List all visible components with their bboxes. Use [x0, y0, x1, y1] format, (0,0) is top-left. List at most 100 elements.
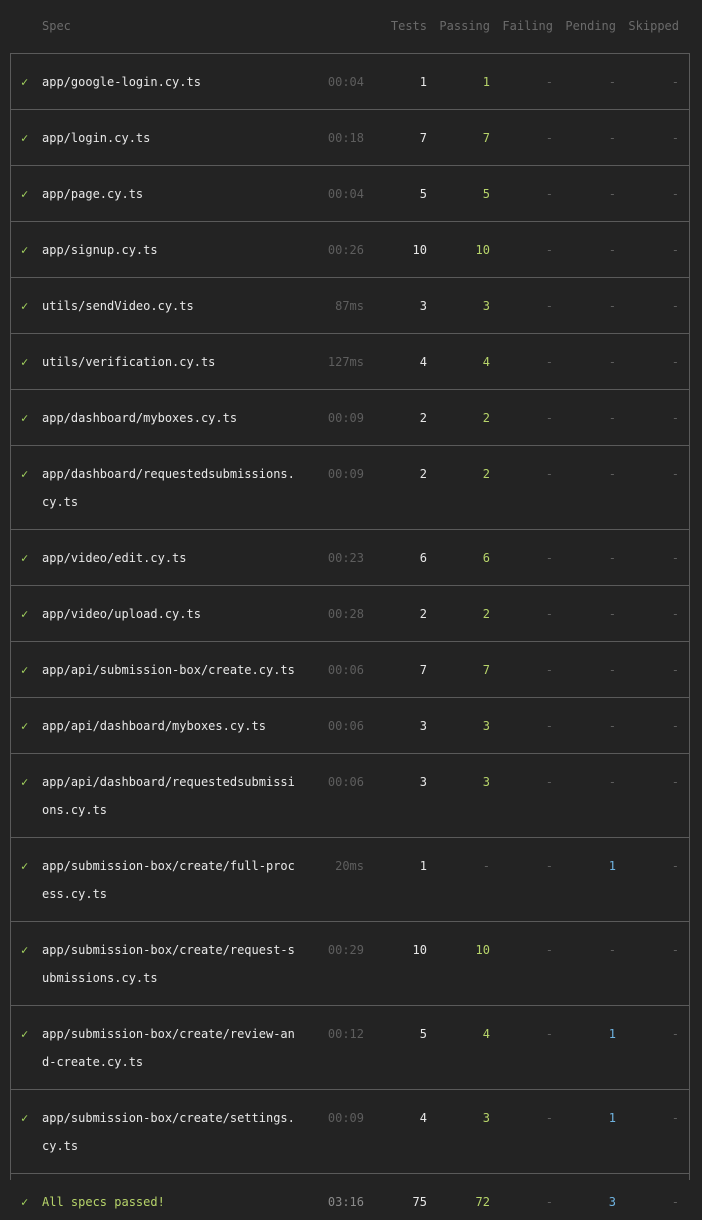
tests-count: 4 [419, 1111, 427, 1125]
spec-duration: 00:12 [327, 1027, 364, 1041]
passing-count: 7 [482, 131, 490, 145]
pending-count: - [608, 607, 616, 621]
row-frame-left [10, 586, 11, 641]
failing-count: - [545, 1027, 553, 1041]
spec-duration: 87ms [335, 299, 364, 313]
spec-duration: 00:18 [327, 131, 364, 145]
spec-name: app/api/dashboard/requestedsubmissi [42, 775, 295, 789]
failing-count: - [545, 551, 553, 565]
tests-count: 1 [419, 859, 427, 873]
skipped-count: - [671, 411, 679, 425]
pending-count: 1 [608, 1027, 616, 1041]
tests-count: 3 [419, 719, 427, 733]
tests-count: 6 [419, 551, 427, 565]
passing-count: 2 [482, 411, 490, 425]
spec-duration: 00:04 [327, 75, 364, 89]
summary-tests: 75 [412, 1195, 427, 1209]
pending-count: - [608, 131, 616, 145]
failing-count: - [545, 607, 553, 621]
tests-count: 5 [419, 187, 427, 201]
table-row: ✓ app/dashboard/myboxes.cy.ts 00:09 2 2 - - - [0, 390, 702, 445]
failing-count: - [545, 355, 553, 369]
check-icon: ✓ [21, 355, 29, 369]
skipped-count: - [671, 775, 679, 789]
spec-duration: 00:29 [327, 943, 364, 957]
summary-label: All specs passed! [42, 1195, 165, 1209]
failing-count: - [545, 663, 553, 677]
spec-duration: 00:28 [327, 607, 364, 621]
skipped-count: - [671, 299, 679, 313]
row-frame-left [10, 1006, 11, 1089]
pending-count: - [608, 355, 616, 369]
row-frame-left [10, 838, 11, 921]
tests-count: 10 [412, 243, 427, 257]
row-frame-right [689, 334, 690, 389]
tests-count: 2 [419, 467, 427, 481]
spec-name: app/submission-box/create/request-s [42, 943, 295, 957]
failing-count: - [545, 187, 553, 201]
spec-name: app/login.cy.ts [42, 131, 151, 145]
failing-count: - [545, 859, 553, 873]
skipped-count: - [671, 1111, 679, 1125]
failing-count: - [545, 719, 553, 733]
passing-count: 4 [482, 1027, 490, 1041]
pending-count: - [608, 551, 616, 565]
spec-duration: 00:09 [327, 1111, 364, 1125]
spec-name: cy.ts [42, 1139, 79, 1153]
check-icon: ✓ [21, 411, 29, 425]
tests-count: 5 [419, 1027, 427, 1041]
row-frame-right [689, 446, 690, 529]
check-icon: ✓ [21, 775, 29, 789]
row-frame-left [10, 110, 11, 165]
spec-name: app/api/submission-box/create.cy.ts [42, 663, 295, 677]
table-row: ✓ app/google-login.cy.ts 00:04 1 1 - - - [0, 54, 702, 109]
row-frame-left [10, 1090, 11, 1173]
spec-duration: 00:06 [327, 775, 364, 789]
table-row: ✓ app/dashboard/requestedsubmissions. cy.t… [0, 446, 702, 529]
skipped-count: - [671, 719, 679, 733]
row-frame-left [10, 166, 11, 221]
row-frame-right [689, 278, 690, 333]
row-frame-right [689, 166, 690, 221]
table-row: ✓ app/api/dashboard/requestedsubmissi ons.… [0, 754, 702, 837]
passing-count: 10 [475, 243, 490, 257]
pending-count: - [608, 719, 616, 733]
row-frame-right [689, 642, 690, 697]
spec-name: app/dashboard/myboxes.cy.ts [42, 411, 238, 425]
passing-count: 1 [482, 75, 490, 89]
skipped-count: - [671, 663, 679, 677]
row-frame-left [10, 54, 11, 109]
check-icon: ✓ [21, 1195, 29, 1209]
spec-duration: 00:06 [327, 663, 364, 677]
spec-name: d-create.cy.ts [42, 1055, 144, 1069]
check-icon: ✓ [21, 607, 29, 621]
row-frame-right [689, 390, 690, 445]
table-row: ✓ app/api/dashboard/myboxes.cy.ts 00:06 3 3 -… [0, 698, 702, 753]
results-table: ✓ app/google-login.cy.ts 00:04 1 1 - - - ✓ app/lo… [0, 0, 702, 1220]
passing-count: 3 [482, 719, 490, 733]
check-icon: ✓ [21, 75, 29, 89]
spec-name: cy.ts [42, 495, 79, 509]
skipped-count: - [671, 243, 679, 257]
tests-count: 4 [419, 355, 427, 369]
pending-count: - [608, 299, 616, 313]
spec-name: app/google-login.cy.ts [42, 75, 201, 89]
row-frame-right [689, 54, 690, 109]
pending-count: - [608, 243, 616, 257]
pending-count: - [608, 663, 616, 677]
check-icon: ✓ [21, 299, 29, 313]
table-row: ✓ app/submission-box/create/request-s ubmi… [0, 922, 702, 1005]
tests-count: 3 [419, 299, 427, 313]
spec-duration: 00:23 [327, 551, 364, 565]
failing-count: - [545, 775, 553, 789]
passing-count: 4 [482, 355, 490, 369]
row-frame-left [10, 390, 11, 445]
spec-name: utils/verification.cy.ts [42, 355, 216, 369]
table-row: ✓ app/submission-box/create/review-an d-cr… [0, 1006, 702, 1089]
summary-skipped: - [671, 1195, 679, 1209]
spec-duration: 00:09 [327, 411, 364, 425]
failing-count: - [545, 1111, 553, 1125]
spec-duration: 00:26 [327, 243, 364, 257]
pending-count: - [608, 467, 616, 481]
spec-duration: 127ms [327, 355, 364, 369]
